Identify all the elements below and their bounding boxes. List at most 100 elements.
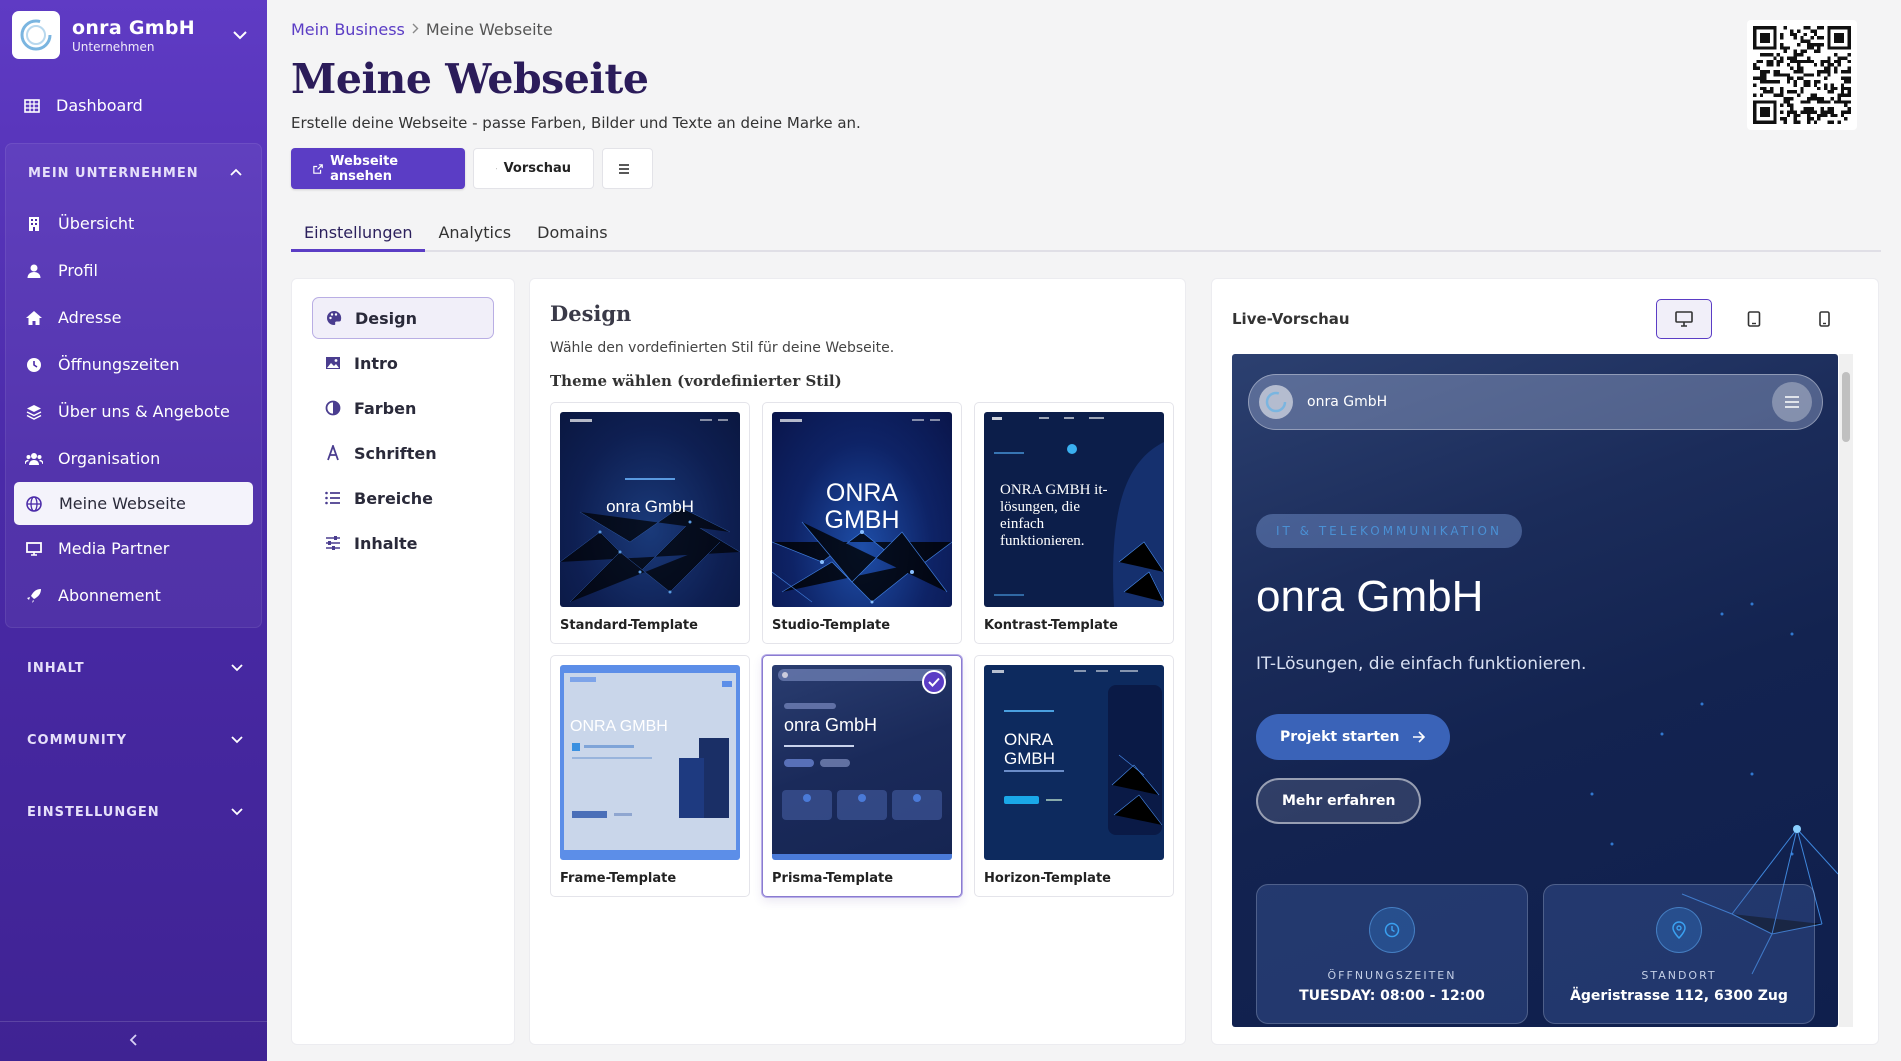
page-subtitle: Erstelle deine Webseite - passe Farben, … [291, 114, 861, 132]
theme-label: Theme wählen (vordefinierter Stil) [550, 372, 842, 390]
sidebar-item-abonnement[interactable]: Abonnement [6, 572, 261, 619]
button-label: Mehr erfahren [1282, 793, 1396, 809]
prisma-graphic [778, 669, 946, 820]
mobile-view-button[interactable] [1796, 299, 1852, 339]
thumbnail-text: ONRA GMBH [1004, 730, 1055, 768]
settings-menu: Design Intro Farben Schriften Bereiche I… [291, 278, 515, 1045]
theme-thumbnail: onra GmbH [560, 412, 740, 607]
sidebar-item-label: Media Partner [58, 539, 170, 558]
theme-card-prisma[interactable]: onra GmbH Prisma-Template [762, 655, 962, 897]
sidebar-item-media-partner[interactable]: Media Partner [6, 525, 261, 572]
chevron-up-icon [229, 166, 243, 181]
tablet-view-button[interactable] [1726, 299, 1782, 339]
sidebar-item-label: Dashboard [56, 96, 143, 115]
theme-card-kontrast[interactable]: ONRA GMBH it-lösungen, die einfach funkt… [974, 402, 1174, 644]
hamburger-icon[interactable] [1772, 382, 1812, 422]
tab-analytics[interactable]: Analytics [425, 218, 524, 252]
image-icon [324, 354, 342, 372]
sidebar-item-meine-webseite[interactable]: Meine Webseite [14, 482, 253, 525]
website-preview-frame[interactable]: onra GmbH IT & TELEKOMMUNIKATION onra Gm… [1232, 354, 1838, 1027]
chevron-right-icon [412, 22, 419, 38]
button-label: Webseite ansehen [330, 153, 399, 184]
group-title: INHALT [27, 660, 85, 676]
sliders-icon [324, 534, 342, 552]
sidebar-group-community[interactable]: COMMUNITY [0, 704, 267, 776]
sidebar-item-uebersicht[interactable]: Übersicht [6, 200, 261, 247]
menu-item-intro[interactable]: Intro [312, 342, 494, 384]
monitor-icon [25, 540, 43, 558]
sidebar-item-adresse[interactable]: Adresse [6, 294, 261, 341]
button-label: Vorschau [503, 161, 571, 176]
sidebar-item-organisation[interactable]: Organisation [6, 435, 261, 482]
view-website-button[interactable]: Webseite ansehen [291, 148, 465, 189]
preview-secondary-cta[interactable]: Mehr erfahren [1256, 778, 1422, 824]
tab-bar: Einstellungen Analytics Domains [291, 218, 1881, 252]
menu-item-farben[interactable]: Farben [312, 387, 494, 429]
thumbnail-text: onra GmbH [606, 497, 694, 516]
theme-card-frame[interactable]: ONRA GMBH Frame-Template [550, 655, 750, 897]
monitor-icon [1675, 311, 1693, 327]
theme-name: Kontrast-Template [984, 618, 1118, 633]
info-value: TUESDAY: 08:00 - 12:00 [1299, 988, 1485, 1004]
theme-card-studio[interactable]: ONRA GMBH Studio-Template [762, 402, 962, 644]
frame-graphic [570, 677, 732, 818]
preview-info-card-hours: ÖFFNUNGSZEITEN TUESDAY: 08:00 - 12:00 [1256, 884, 1528, 1024]
sidebar-item-label: Übersicht [58, 214, 135, 233]
tab-einstellungen[interactable]: Einstellungen [291, 218, 426, 252]
menu-item-schriften[interactable]: Schriften [312, 432, 494, 474]
breadcrumb-current: Meine Webseite [425, 20, 553, 39]
home-icon [25, 309, 43, 327]
collapse-sidebar-button[interactable] [0, 1021, 267, 1061]
sidebar-group-inhalt[interactable]: INHALT [0, 632, 267, 704]
menu-item-design[interactable]: Design [312, 297, 494, 339]
more-menu-button[interactable] [602, 148, 653, 189]
tab-domains[interactable]: Domains [524, 218, 620, 252]
arrow-right-icon [1412, 731, 1425, 743]
group-title: MEIN UNTERNEHMEN [28, 165, 199, 181]
group-header[interactable]: MEIN UNTERNEHMEN [6, 146, 261, 200]
scrollbar-thumb[interactable] [1842, 372, 1850, 442]
check-icon [922, 670, 946, 694]
contrast-icon [324, 399, 342, 417]
qr-code[interactable] [1747, 20, 1857, 130]
sidebar-item-profil[interactable]: Profil [6, 247, 261, 294]
theme-grid: onra GmbH Standard-Template ONRA GMBH St… [550, 402, 1174, 897]
sidebar: onra GmbH Unternehmen Dashboard MEIN UNT… [0, 0, 267, 1061]
sidebar-item-ueber-uns[interactable]: Über uns & Angebote [6, 388, 261, 435]
chevron-down-icon[interactable] [225, 20, 255, 50]
menu-item-label: Intro [354, 353, 398, 373]
building-icon [25, 215, 43, 233]
sidebar-group-einstellungen[interactable]: EINSTELLUNGEN [0, 776, 267, 848]
preview-badge: IT & TELEKOMMUNIKATION [1256, 514, 1522, 548]
font-icon [324, 444, 342, 462]
sidebar-item-dashboard[interactable]: Dashboard [0, 82, 267, 129]
preview-button[interactable]: Vorschau [473, 148, 594, 189]
globe-icon [25, 495, 43, 513]
thumbnail-text: ONRA GMBH [570, 718, 668, 735]
theme-card-standard[interactable]: onra GmbH Standard-Template [550, 402, 750, 644]
action-bar: Webseite ansehen Vorschau [291, 148, 653, 189]
sidebar-item-label: Profil [58, 261, 98, 280]
menu-item-label: Inhalte [354, 533, 418, 553]
info-label: STANDORT [1641, 969, 1717, 982]
menu-item-inhalte[interactable]: Inhalte [312, 522, 494, 564]
sidebar-item-label: Öffnungszeiten [58, 355, 180, 374]
theme-card-horizon[interactable]: ONRA GMBH Horizon-Template [974, 655, 1174, 897]
brand-subtitle: Unternehmen [72, 39, 155, 54]
external-link-icon [313, 163, 323, 174]
button-label: Projekt starten [1280, 729, 1400, 745]
tablet-icon [1747, 311, 1761, 327]
brand-switcher[interactable]: onra GmbH Unternehmen [0, 0, 267, 70]
preview-lead: IT-Lösungen, die einfach funktionieren. [1256, 654, 1587, 674]
preview-scrollbar[interactable] [1839, 354, 1853, 1027]
sidebar-item-oeffnungszeiten[interactable]: Öffnungszeiten [6, 341, 261, 388]
breadcrumb: Mein Business Meine Webseite [291, 20, 553, 39]
desktop-view-button[interactable] [1656, 299, 1712, 339]
breadcrumb-link[interactable]: Mein Business [291, 20, 405, 39]
preview-primary-cta[interactable]: Projekt starten [1256, 714, 1450, 760]
sidebar-item-label: Abonnement [58, 586, 161, 605]
theme-name: Frame-Template [560, 871, 677, 886]
menu-item-bereiche[interactable]: Bereiche [312, 477, 494, 519]
palette-icon [325, 309, 343, 327]
theme-name: Studio-Template [772, 618, 891, 633]
